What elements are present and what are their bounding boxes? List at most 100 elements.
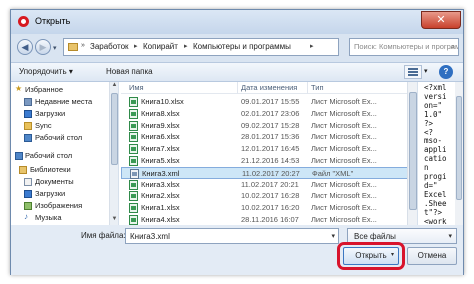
file-list-header: Имя Дата изменения Тип — [121, 82, 417, 94]
file-type: Лист Microsoft Ex... — [311, 156, 377, 165]
recent-locations-chevron-icon[interactable]: ▾ — [53, 44, 57, 52]
file-list-scroll-thumb[interactable] — [409, 92, 417, 210]
search-placeholder: Поиск: Компьютеры и програм... — [354, 42, 459, 51]
chevron-right-icon: ▸ — [310, 43, 314, 50]
table-row[interactable]: Книга9.xlsx 09.02.2017 15:28 Лист Microsof… — [121, 120, 417, 132]
scroll-down-icon[interactable]: ▼ — [110, 216, 118, 225]
excel-file-icon — [129, 144, 138, 155]
new-folder-button[interactable]: Новая папка — [106, 67, 153, 76]
view-options-chevron-icon[interactable]: ▾ — [424, 67, 428, 75]
table-row[interactable]: Книга1.xlsx 10.02.2017 16:20 Лист Microsof… — [121, 202, 417, 214]
file-date: 28.01.2017 15:36 — [241, 132, 300, 142]
file-list-scrollbar[interactable] — [407, 82, 417, 225]
file-type: Лист Microsoft Ex... — [311, 132, 377, 142]
organize-button[interactable]: Упорядочить ▾ — [19, 67, 73, 76]
command-toolbar: Упорядочить ▾ Новая папка ▾ ? — [11, 62, 463, 82]
star-icon: ★ — [15, 84, 23, 93]
file-date: 12.01.2017 16:45 — [241, 144, 300, 154]
column-divider[interactable] — [307, 82, 308, 94]
file-date: 02.01.2017 23:06 — [241, 108, 300, 118]
file-date: 09.02.2017 15:28 — [241, 120, 300, 130]
table-row[interactable]: Книга3.xml 11.02.2017 20:27 Файл "XML" — [121, 166, 417, 179]
nav-item-label: Избранное — [25, 85, 64, 94]
nav-scrollbar[interactable]: ▲ ▼ — [109, 82, 118, 225]
chevron-down-icon: ▾ — [448, 233, 452, 240]
xml-file-icon — [130, 168, 139, 179]
libraries-icon — [19, 166, 27, 174]
nav-item-label: Sync — [35, 121, 52, 130]
view-list-icon — [408, 68, 418, 76]
file-name: Книга3.xml — [142, 168, 180, 178]
documents-icon — [24, 178, 32, 186]
content-area: ★ Избранное Недавние места Загрузки Sync… — [11, 82, 463, 225]
table-row[interactable]: Книга5.xlsx 21.12.2016 14:53 Лист Microsof… — [121, 155, 417, 167]
preview-scroll-thumb[interactable] — [456, 96, 462, 200]
file-date: 21.12.2016 14:53 — [241, 156, 300, 165]
column-header-name[interactable]: Имя — [129, 83, 144, 92]
navigation-pane: ★ Избранное Недавние места Загрузки Sync… — [11, 82, 119, 225]
table-row[interactable]: Книга6.xlsx 28.01.2017 15:36 Лист Microsof… — [121, 131, 417, 143]
file-date: 28.11.2016 16:07 — [241, 215, 299, 224]
window-title: Открыть — [35, 16, 71, 26]
back-button[interactable]: ◀ — [17, 39, 33, 55]
search-input[interactable]: Поиск: Компьютеры и програм... ⌕ — [349, 38, 459, 56]
excel-file-icon — [129, 203, 138, 214]
file-date: 11.02.2017 20:21 — [241, 179, 299, 189]
open-options-chevron-icon[interactable]: ▾ — [391, 251, 394, 258]
table-row[interactable]: Книга8.xlsx 02.01.2017 23:06 Лист Microsof… — [121, 108, 417, 120]
nav-item-label: Библиотеки — [30, 165, 71, 174]
recent-places-icon — [24, 98, 32, 106]
help-button[interactable]: ? — [439, 65, 453, 79]
filename-input[interactable]: Книга3.xml ▾ — [125, 228, 339, 244]
nav-item-label: Недавние места — [35, 97, 93, 106]
excel-file-icon — [129, 120, 138, 131]
file-name: Книга6.xlsx — [141, 132, 180, 142]
nav-item-label: Рабочий стол — [35, 133, 83, 142]
preview-scrollbar[interactable] — [455, 82, 463, 225]
file-type: Лист Microsoft Ex... — [311, 203, 377, 213]
breadcrumb-kopirait[interactable]: Копирайт — [143, 42, 178, 51]
table-row[interactable]: Книга2.xlsx 10.02.2017 16:28 Лист Microsof… — [121, 190, 417, 202]
table-row[interactable]: Книга10.xlsx 09.01.2017 15:55 Лист Microso… — [121, 96, 417, 108]
file-name: Книга7.xlsx — [141, 144, 180, 154]
nav-item-label: Изображения — [35, 201, 83, 210]
filename-label: Имя файла: — [81, 231, 126, 240]
file-name: Книга2.xlsx — [141, 191, 180, 201]
file-type: Лист Microsoft Ex... — [311, 179, 377, 189]
file-name: Книга5.xlsx — [141, 156, 180, 165]
title-bar: Открыть ✕ — [11, 10, 463, 34]
table-row[interactable]: Книга4.xlsx 28.11.2016 16:07 Лист Microsof… — [121, 214, 417, 225]
nav-item-label: Музыка — [35, 213, 62, 222]
table-row[interactable]: Книга7.xlsx 12.01.2017 16:45 Лист Microsof… — [121, 143, 417, 155]
table-row[interactable]: Книга3.xlsx 11.02.2017 20:21 Лист Microsof… — [121, 179, 417, 191]
address-bar[interactable]: » Заработок ▸ Копирайт ▸ Компьютеры и пр… — [63, 38, 339, 56]
close-button[interactable]: ✕ — [421, 11, 461, 29]
file-name: Книга4.xlsx — [141, 215, 180, 224]
nav-item-label: Загрузки — [35, 189, 66, 198]
dialog-footer: Имя файла: Книга3.xml ▾ Все файлы ▾ Откр… — [11, 225, 463, 275]
column-header-date[interactable]: Дата изменения — [241, 83, 297, 92]
search-icon: ⌕ — [450, 42, 455, 51]
breadcrumb-zarabotok[interactable]: Заработок — [90, 42, 129, 51]
scroll-up-icon[interactable]: ▲ — [110, 82, 118, 91]
file-type: Лист Microsoft Ex... — [311, 144, 377, 154]
column-header-type[interactable]: Тип — [311, 83, 324, 92]
nav-scroll-thumb[interactable] — [111, 93, 118, 165]
file-type-value: Все файлы — [354, 232, 396, 241]
folder-icon — [68, 43, 78, 51]
file-type: Лист Microsoft Ex... — [311, 108, 377, 118]
chevron-down-icon[interactable]: ▾ — [331, 232, 335, 240]
chevron-right-icon: ▸ — [134, 43, 138, 50]
breadcrumb-computers-programs[interactable]: Компьютеры и программы — [193, 42, 291, 51]
chevron-right-icon: ▸ — [184, 43, 188, 50]
music-icon: ♪ — [24, 212, 28, 221]
column-divider[interactable] — [237, 82, 238, 94]
file-date: 09.01.2017 15:55 — [241, 97, 300, 106]
file-type: Лист Microsoft Ex... — [311, 191, 377, 201]
file-type: Лист Microsoft Ex... — [311, 97, 377, 106]
cancel-button[interactable]: Отмена — [407, 247, 457, 265]
downloads-icon — [24, 190, 32, 198]
file-name: Книга1.xlsx — [141, 203, 180, 213]
forward-button[interactable]: ▶ — [35, 39, 51, 55]
change-view-button[interactable] — [404, 65, 422, 79]
